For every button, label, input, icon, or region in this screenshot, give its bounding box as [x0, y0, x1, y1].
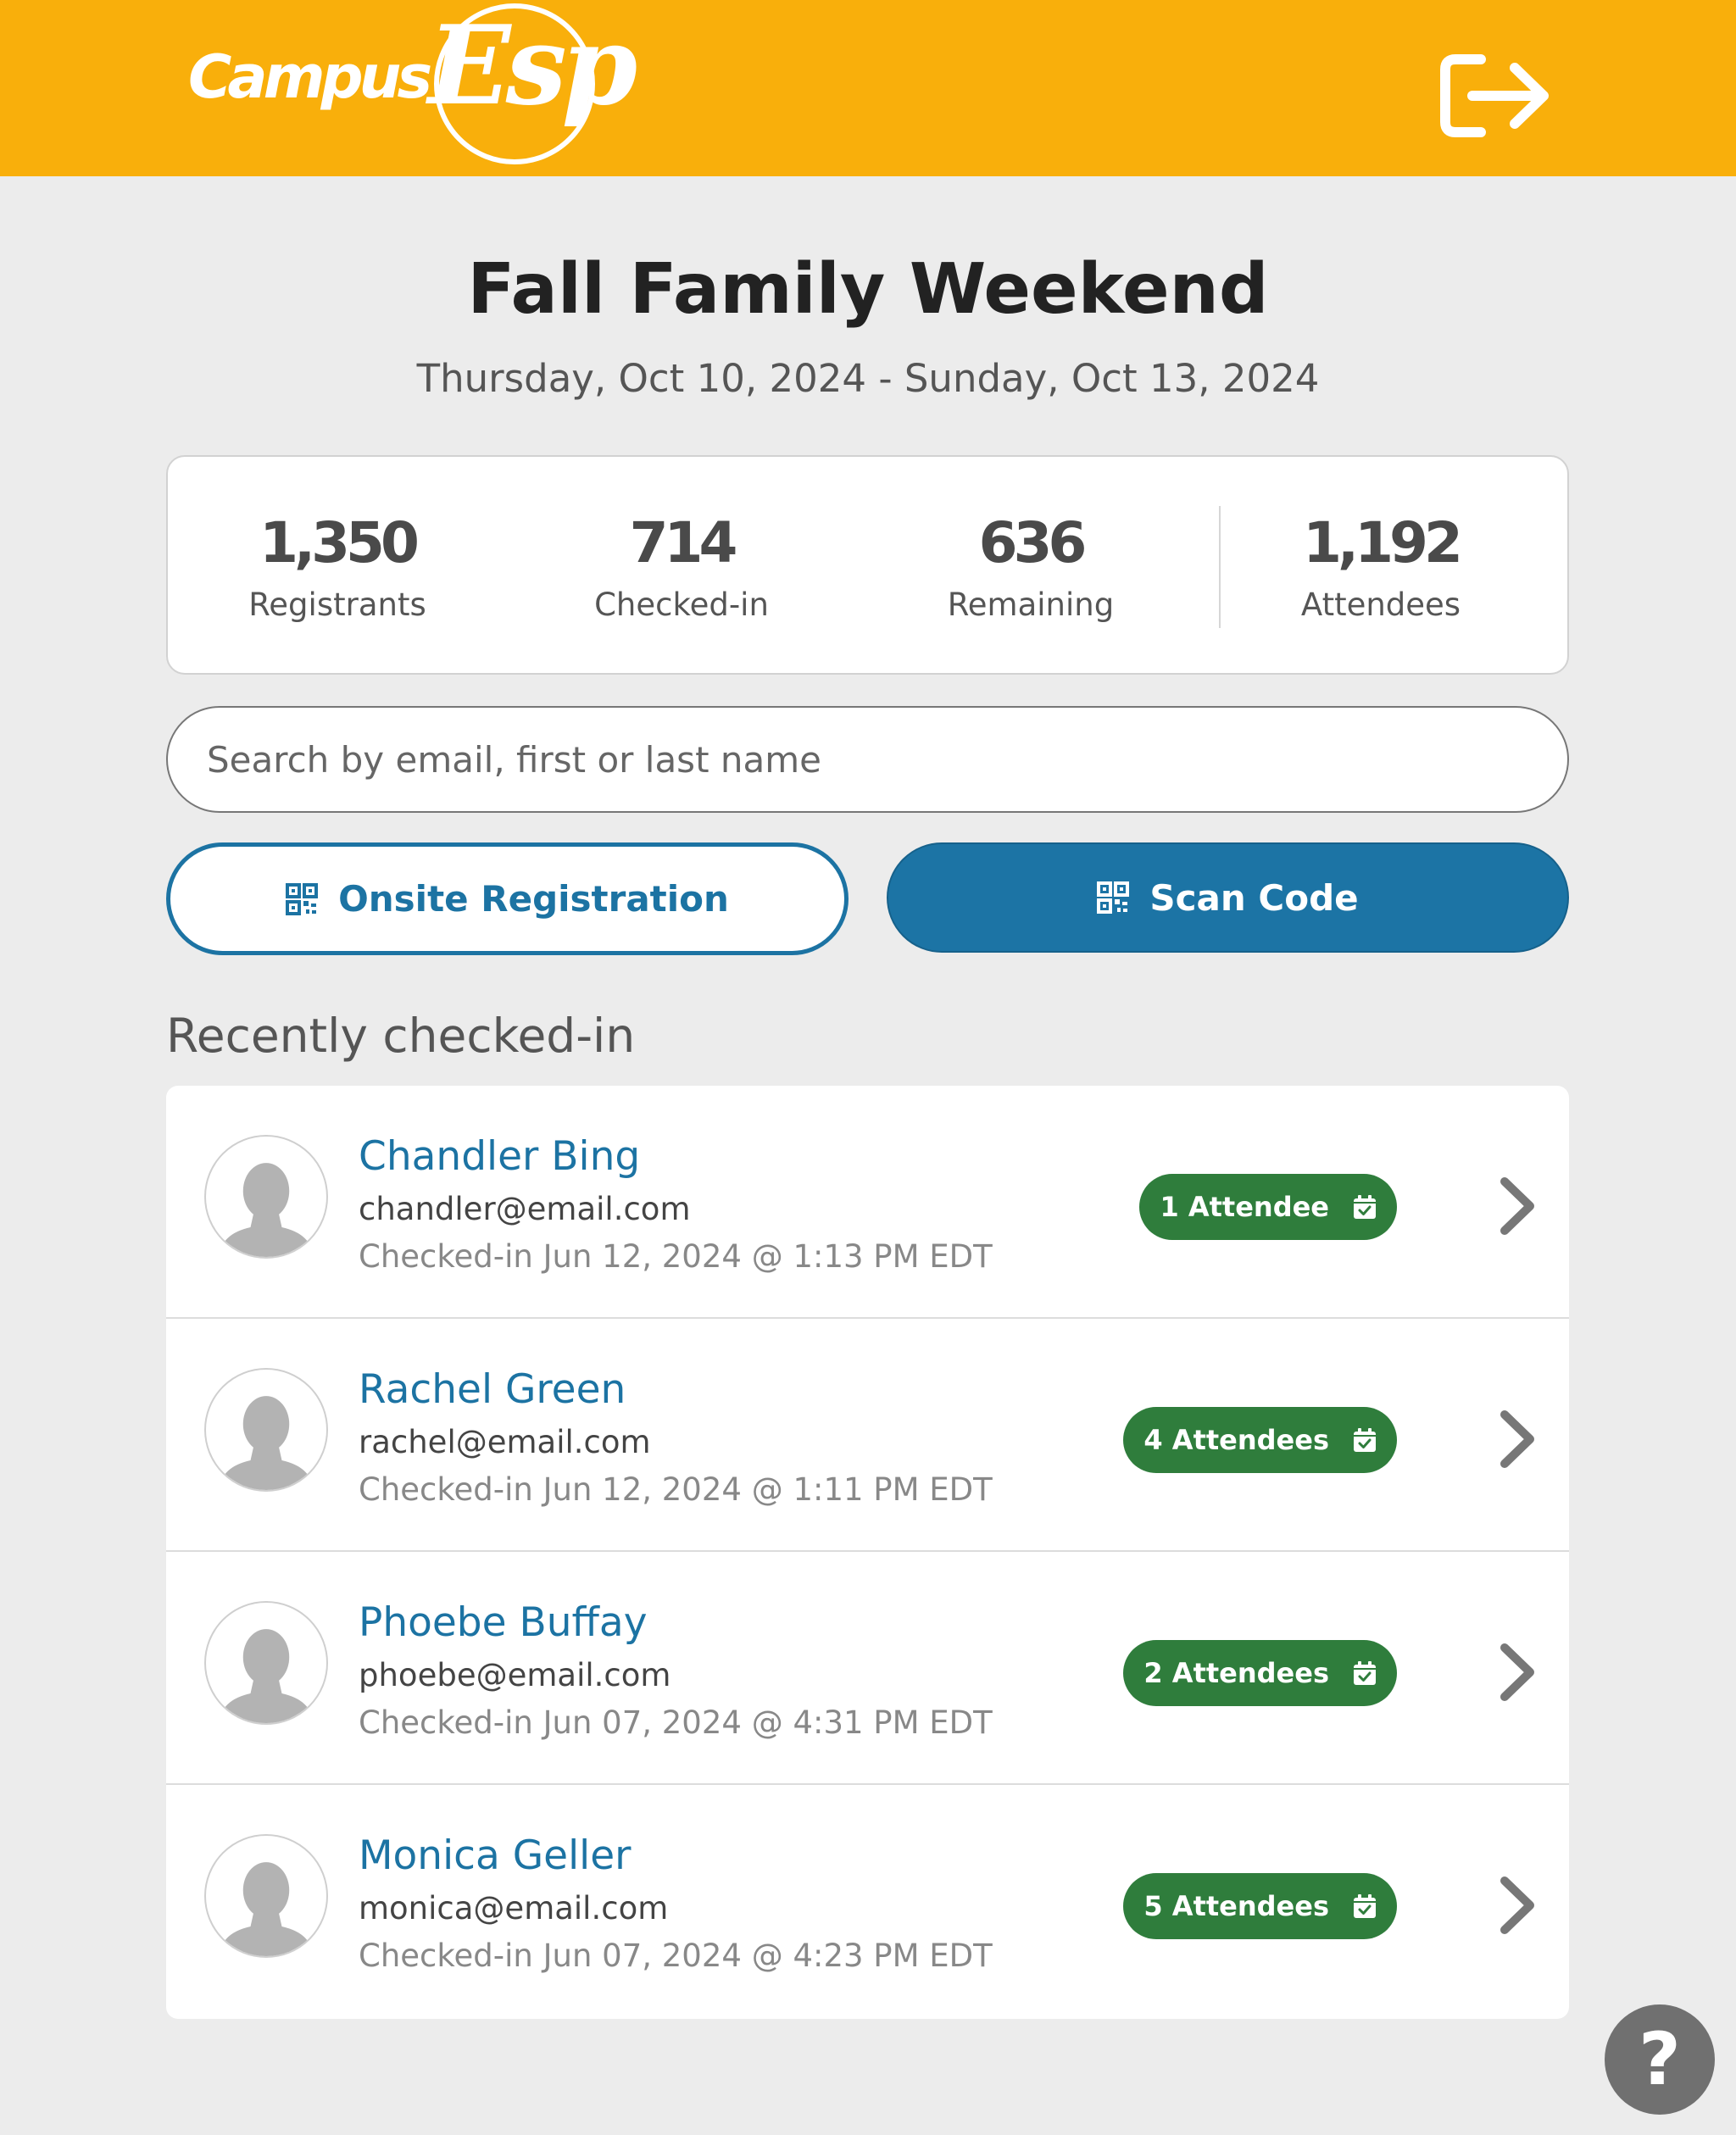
stats-card: 1,350 Registrants 714 Checked-in 636 Rem…	[166, 455, 1569, 675]
stat-label: Checked-in	[594, 587, 769, 623]
attendee-count-badge: 5 Attendees	[1123, 1873, 1397, 1939]
stat-value: 1,192	[1303, 510, 1463, 575]
attendee-email: phoebe@email.com	[359, 1657, 671, 1693]
attendee-count-badge: 2 Attendees	[1123, 1640, 1397, 1706]
user-silhouette-icon	[219, 1396, 314, 1490]
avatar	[204, 1834, 328, 1958]
qr-code-icon	[1097, 881, 1130, 914]
user-silhouette-icon	[219, 1862, 314, 1956]
avatar	[204, 1135, 328, 1259]
calendar-check-icon	[1354, 1195, 1376, 1219]
checkin-time: Checked-in Jun 12, 2024 @ 1:11 PM EDT	[359, 1471, 993, 1508]
attendee-email: monica@email.com	[359, 1890, 669, 1927]
logo-wordmark-esp: Esp	[428, 3, 637, 130]
stat-label: Remaining	[947, 587, 1115, 623]
checkin-time: Checked-in Jun 07, 2024 @ 4:23 PM EDT	[359, 1938, 993, 1974]
list-item[interactable]: Monica Geller monica@email.com Checked-i…	[166, 1785, 1569, 2018]
badge-label: 4 Attendees	[1143, 1424, 1329, 1456]
attendee-name: Rachel Green	[359, 1366, 626, 1413]
onsite-registration-label: Onsite Registration	[338, 878, 729, 920]
badge-label: 5 Attendees	[1143, 1890, 1329, 1922]
attendee-name: Monica Geller	[359, 1832, 632, 1879]
attendee-count-badge: 4 Attendees	[1123, 1407, 1397, 1473]
onsite-registration-button[interactable]: Onsite Registration	[166, 842, 849, 955]
chevron-right-icon[interactable]	[1493, 1874, 1544, 1938]
list-item[interactable]: Phoebe Buffay phoebe@email.com Checked-i…	[166, 1552, 1569, 1785]
chevron-right-icon[interactable]	[1493, 1408, 1544, 1471]
event-title: Fall Family Weekend	[467, 249, 1269, 330]
checkin-time: Checked-in Jun 07, 2024 @ 4:31 PM EDT	[359, 1704, 993, 1741]
chevron-right-icon[interactable]	[1493, 1175, 1544, 1238]
help-icon: ?	[1639, 2017, 1681, 2102]
calendar-check-icon	[1354, 1428, 1376, 1452]
badge-label: 1 Attendee	[1160, 1191, 1329, 1223]
scan-code-button[interactable]: Scan Code	[887, 842, 1569, 953]
avatar	[204, 1368, 328, 1492]
recent-section-title: Recently checked-in	[166, 1009, 636, 1063]
attendee-count-badge: 1 Attendee	[1139, 1174, 1397, 1240]
chevron-right-icon[interactable]	[1493, 1641, 1544, 1704]
logout-icon[interactable]	[1437, 49, 1555, 142]
scan-code-label: Scan Code	[1149, 876, 1359, 919]
logo-wordmark-campus: Campus	[188, 42, 432, 112]
user-silhouette-icon	[219, 1629, 314, 1723]
calendar-check-icon	[1354, 1661, 1376, 1685]
event-dates: Thursday, Oct 10, 2024 - Sunday, Oct 13,…	[416, 356, 1320, 401]
app-header: Campus Esp	[0, 0, 1736, 176]
list-item[interactable]: Rachel Green rachel@email.com Checked-in…	[166, 1319, 1569, 1552]
qr-code-icon	[286, 882, 319, 915]
campusesp-logo: Campus Esp	[188, 0, 637, 176]
calendar-check-icon	[1354, 1894, 1376, 1918]
stat-value: 714	[629, 510, 738, 575]
help-button[interactable]: ?	[1605, 2004, 1715, 2115]
recent-checkin-list: Chandler Bing chandler@email.com Checked…	[166, 1086, 1569, 2019]
stat-value: 1,350	[259, 510, 420, 575]
checkin-time: Checked-in Jun 12, 2024 @ 1:13 PM EDT	[359, 1238, 993, 1275]
stat-label: Attendees	[1300, 587, 1461, 623]
badge-label: 2 Attendees	[1143, 1657, 1329, 1689]
attendee-name: Chandler Bing	[359, 1133, 641, 1180]
list-item[interactable]: Chandler Bing chandler@email.com Checked…	[166, 1086, 1569, 1319]
attendee-email: rachel@email.com	[359, 1424, 651, 1460]
stat-label: Registrants	[248, 587, 426, 623]
search-input[interactable]	[166, 706, 1569, 813]
attendee-name: Phoebe Buffay	[359, 1599, 648, 1646]
user-silhouette-icon	[219, 1163, 314, 1257]
stat-value: 636	[978, 510, 1088, 575]
avatar	[204, 1601, 328, 1725]
attendee-email: chandler@email.com	[359, 1191, 691, 1227]
